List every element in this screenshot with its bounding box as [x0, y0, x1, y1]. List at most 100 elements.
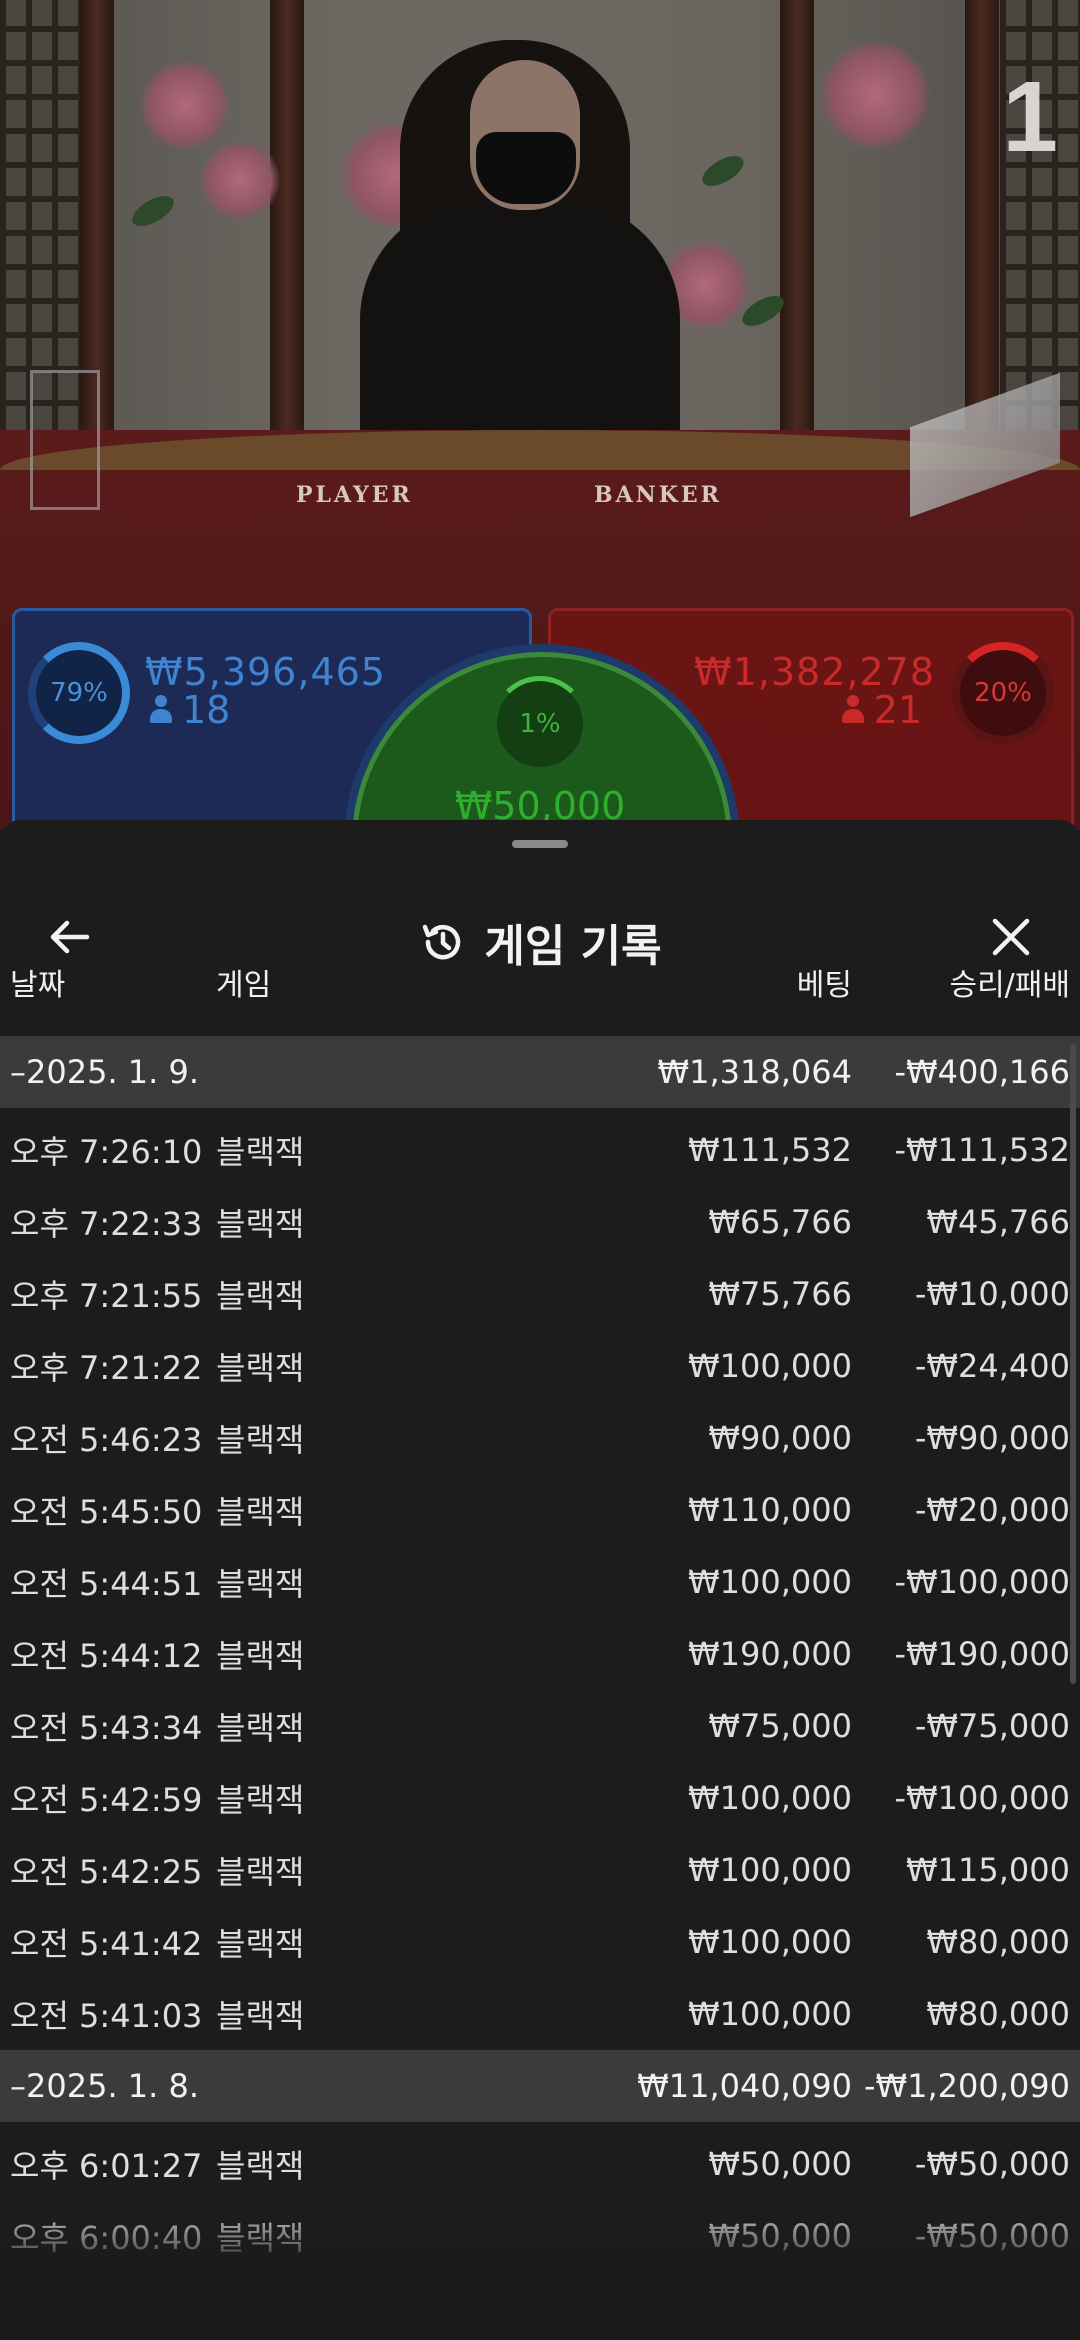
date-group-header[interactable]: –2025. 1. 9. ₩1,318,064 -₩400,166 [0, 1036, 1080, 1108]
table-row[interactable]: 오전 5:42:25 블랙잭 ₩100,000 ₩115,000 [0, 1834, 1080, 1906]
row-time: 오후 7:26:10 [10, 1133, 203, 1171]
column-header-date: 날짜 [10, 968, 66, 1003]
column-header-bet: 베팅 [796, 968, 852, 1003]
wood-pillar [270, 0, 304, 450]
row-result: ₩115,000 [906, 1851, 1070, 1889]
table-row[interactable]: 오전 5:41:03 블랙잭 ₩100,000 ₩80,000 [0, 1978, 1080, 2050]
row-result: ₩80,000 [926, 1995, 1070, 2033]
table-row[interactable]: 오전 5:42:59 블랙잭 ₩100,000 -₩100,000 [0, 1762, 1080, 1834]
close-icon [992, 918, 1030, 956]
row-game: 블랙잭 [216, 1493, 305, 1531]
row-result: -₩111,532 [894, 1131, 1070, 1169]
history-table[interactable]: –2025. 1. 9. ₩1,318,064 -₩400,166 오후 7:26:1… [0, 1036, 1080, 2340]
table-row[interactable]: 오후 7:21:55 블랙잭 ₩75,766 -₩10,000 [0, 1258, 1080, 1330]
row-game: 블랙잭 [216, 1205, 305, 1243]
table-row[interactable]: 오전 5:46:23 블랙잭 ₩90,000 -₩90,000 [0, 1402, 1080, 1474]
history-icon [423, 924, 461, 960]
column-header-result: 승리/패배 [949, 968, 1070, 1003]
player-bettor-count: 18 [150, 688, 230, 732]
row-bet: ₩100,000 [688, 1923, 852, 1961]
table-row[interactable]: 오전 5:45:50 블랙잭 ₩110,000 -₩20,000 [0, 1474, 1080, 1546]
tie-percent-ring: 1% [492, 676, 588, 772]
row-result: -₩75,000 [914, 1707, 1070, 1745]
banker-count-value: 21 [873, 688, 922, 732]
table-row[interactable]: 오후 7:21:22 블랙잭 ₩100,000 -₩24,400 [0, 1330, 1080, 1402]
row-result: ₩80,000 [926, 1923, 1070, 1961]
discard-tray [30, 370, 100, 510]
column-header-game: 게임 [216, 968, 272, 1003]
row-game: 블랙잭 [216, 1781, 305, 1819]
sheet-title-group: 게임 기록 [0, 910, 1080, 974]
row-result: ₩45,766 [926, 1203, 1070, 1241]
table-row[interactable]: 오전 5:44:12 블랙잭 ₩190,000 -₩190,000 [0, 1618, 1080, 1690]
row-game: 블랙잭 [216, 1709, 305, 1747]
row-bet: ₩100,000 [688, 1563, 852, 1601]
row-time: 오전 5:46:23 [10, 1421, 203, 1459]
row-bet: ₩75,766 [708, 1275, 852, 1313]
flower-decoration [820, 40, 930, 150]
flower-decoration [200, 140, 280, 220]
table-row[interactable]: 오후 7:22:33 블랙잭 ₩65,766 ₩45,766 [0, 1186, 1080, 1258]
table-row[interactable]: 오후 6:00:40 블랙잭 ₩50,000 -₩50,000 [0, 2200, 1080, 2272]
group-date: –2025. 1. 9. [10, 1053, 200, 1091]
group-result-total: -₩400,166 [894, 1053, 1070, 1091]
group-bet-total: ₩1,318,064 [657, 1053, 853, 1091]
row-bet: ₩50,000 [708, 2217, 852, 2255]
row-time: 오전 5:42:59 [10, 1781, 203, 1819]
banker-percent: 20% [974, 678, 1032, 708]
round-number: 1 [1002, 61, 1058, 173]
row-time: 오후 6:00:40 [10, 2219, 203, 2257]
row-result: -₩10,000 [914, 1275, 1070, 1313]
row-bet: ₩190,000 [688, 1635, 852, 1673]
row-game: 블랙잭 [216, 1853, 305, 1891]
row-result: -₩24,400 [914, 1347, 1070, 1385]
row-time: 오전 5:41:03 [10, 1997, 203, 2035]
row-game: 블랙잭 [216, 1421, 305, 1459]
row-time: 오후 6:01:27 [10, 2147, 203, 2185]
row-bet: ₩100,000 [688, 1347, 852, 1385]
player-percent-ring: 79% [28, 642, 130, 744]
row-time: 오전 5:44:12 [10, 1637, 203, 1675]
table-row[interactable]: 오전 5:43:34 블랙잭 ₩75,000 -₩75,000 [0, 1690, 1080, 1762]
row-bet: ₩75,000 [708, 1707, 852, 1745]
table-row[interactable]: 오후 6:01:27 블랙잭 ₩50,000 -₩50,000 [0, 2128, 1080, 2200]
wood-pillar [965, 0, 999, 450]
row-result: -₩190,000 [894, 1635, 1070, 1673]
row-game: 블랙잭 [216, 1997, 305, 2035]
row-game: 블랙잭 [216, 2147, 305, 2185]
table-row[interactable]: 오후 7:26:10 블랙잭 ₩111,532 -₩111,532 [0, 1114, 1080, 1186]
row-bet: ₩90,000 [708, 1419, 852, 1457]
row-time: 오전 5:41:42 [10, 1925, 203, 1963]
wood-pillar [780, 0, 814, 450]
row-time: 오전 5:44:51 [10, 1565, 203, 1603]
drag-handle[interactable] [512, 840, 568, 848]
player-count-value: 18 [182, 688, 231, 732]
dealer-mask [476, 132, 576, 204]
row-game: 블랙잭 [216, 1133, 305, 1171]
dealer-body [360, 200, 680, 460]
row-result: -₩50,000 [914, 2217, 1070, 2255]
row-time: 오후 7:22:33 [10, 1205, 203, 1243]
person-icon [841, 695, 864, 725]
row-bet: ₩65,766 [708, 1203, 852, 1241]
banker-bettor-count: 21 [841, 688, 922, 732]
row-game: 블랙잭 [216, 1925, 305, 1963]
row-time: 오전 5:45:50 [10, 1493, 203, 1531]
row-result: -₩50,000 [914, 2145, 1070, 2183]
row-bet: ₩100,000 [688, 1995, 852, 2033]
row-time: 오전 5:42:25 [10, 1853, 203, 1891]
scrollbar[interactable] [1070, 1044, 1076, 1684]
row-result: -₩100,000 [894, 1779, 1070, 1817]
row-result: -₩90,000 [914, 1419, 1070, 1457]
row-time: 오후 7:21:55 [10, 1277, 203, 1315]
row-time: 오전 5:43:34 [10, 1709, 203, 1747]
table-row[interactable]: 오전 5:44:51 블랙잭 ₩100,000 -₩100,000 [0, 1546, 1080, 1618]
table-row[interactable]: 오전 5:41:42 블랙잭 ₩100,000 ₩80,000 [0, 1906, 1080, 1978]
row-game: 블랙잭 [216, 1349, 305, 1387]
banker-percent-ring: 20% [952, 642, 1054, 744]
date-group-header[interactable]: –2025. 1. 8. ₩11,040,090 -₩1,200,090 [0, 2050, 1080, 2122]
row-game: 블랙잭 [216, 1565, 305, 1603]
row-game: 블랙잭 [216, 1637, 305, 1675]
player-percent: 79% [50, 678, 108, 708]
row-game: 블랙잭 [216, 2219, 305, 2257]
